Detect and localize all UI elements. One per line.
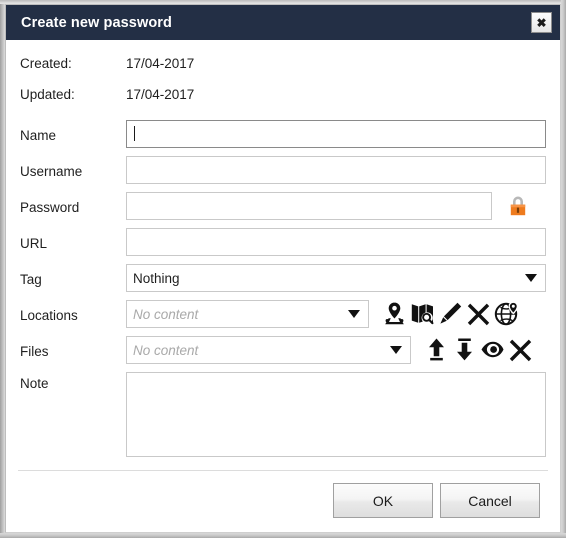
password-row: Password (6, 192, 560, 222)
password-label: Password (20, 199, 80, 215)
edit-pencil-icon[interactable] (436, 299, 464, 327)
ok-button-label: OK (372, 492, 394, 509)
username-row: Username (6, 156, 560, 186)
window-border-right (561, 0, 566, 538)
name-input[interactable] (126, 120, 546, 148)
name-label: Name (20, 127, 57, 143)
cancel-button-label: Cancel (468, 492, 512, 509)
created-row: Created: 17/04-2017 (6, 51, 560, 75)
add-location-icon[interactable] (380, 299, 408, 327)
view-eye-icon[interactable] (478, 335, 506, 363)
url-input[interactable] (126, 228, 546, 256)
text-caret (134, 126, 135, 141)
note-textarea[interactable] (126, 372, 546, 457)
created-label: Created: (20, 55, 72, 71)
files-select[interactable]: No content (126, 336, 411, 364)
username-label: Username (20, 163, 83, 179)
name-row: Name (6, 120, 560, 150)
footer-divider (18, 470, 548, 471)
tag-selected-value: Nothing (133, 270, 180, 286)
updated-row: Updated: 17/04-2017 (6, 82, 560, 106)
search-map-icon[interactable] (408, 299, 436, 327)
padlock-icon[interactable] (504, 192, 532, 220)
created-value: 17/04-2017 (126, 55, 195, 71)
files-row: Files No content (6, 336, 560, 366)
ok-button[interactable]: OK (333, 483, 433, 518)
url-row: URL (6, 228, 560, 258)
dialog-title: Create new password (21, 14, 172, 31)
dialog-window: Create new password ✖ Created: 17/04-201… (0, 0, 566, 538)
generate-password-button[interactable] (504, 192, 532, 220)
close-glyph: ✖ (536, 15, 547, 30)
tag-select[interactable]: Nothing (126, 264, 546, 292)
files-actions (422, 335, 534, 363)
locations-row: Locations No content (6, 300, 560, 330)
chevron-down-icon (348, 310, 360, 318)
updated-value: 17/04-2017 (126, 86, 195, 102)
cancel-button[interactable]: Cancel (440, 483, 540, 518)
note-row: Note (6, 372, 560, 458)
files-selected-value: No content (133, 342, 199, 358)
dialog-content: Created: 17/04-2017 Updated: 17/04-2017 … (6, 40, 560, 532)
tag-row: Tag Nothing (6, 264, 560, 294)
delete-x-icon[interactable] (464, 299, 492, 327)
chevron-down-icon (525, 274, 537, 282)
note-label: Note (20, 376, 49, 391)
chevron-down-icon (390, 346, 402, 354)
locations-select[interactable]: No content (126, 300, 369, 328)
locations-selected-value: No content (133, 306, 199, 322)
dialog-titlebar[interactable]: Create new password ✖ (6, 5, 560, 40)
download-arrow-icon[interactable] (450, 335, 478, 363)
delete-x-icon[interactable] (506, 335, 534, 363)
files-label: Files (20, 343, 49, 359)
globe-location-icon[interactable] (492, 299, 520, 327)
updated-label: Updated: (20, 86, 75, 102)
username-input[interactable] (126, 156, 546, 184)
window-border-bottom (0, 533, 566, 538)
tag-label: Tag (20, 271, 42, 287)
close-icon[interactable]: ✖ (531, 12, 552, 33)
upload-arrow-icon[interactable] (422, 335, 450, 363)
locations-label: Locations (20, 307, 78, 323)
locations-actions (380, 299, 520, 327)
password-input[interactable] (126, 192, 492, 220)
url-label: URL (20, 235, 48, 251)
